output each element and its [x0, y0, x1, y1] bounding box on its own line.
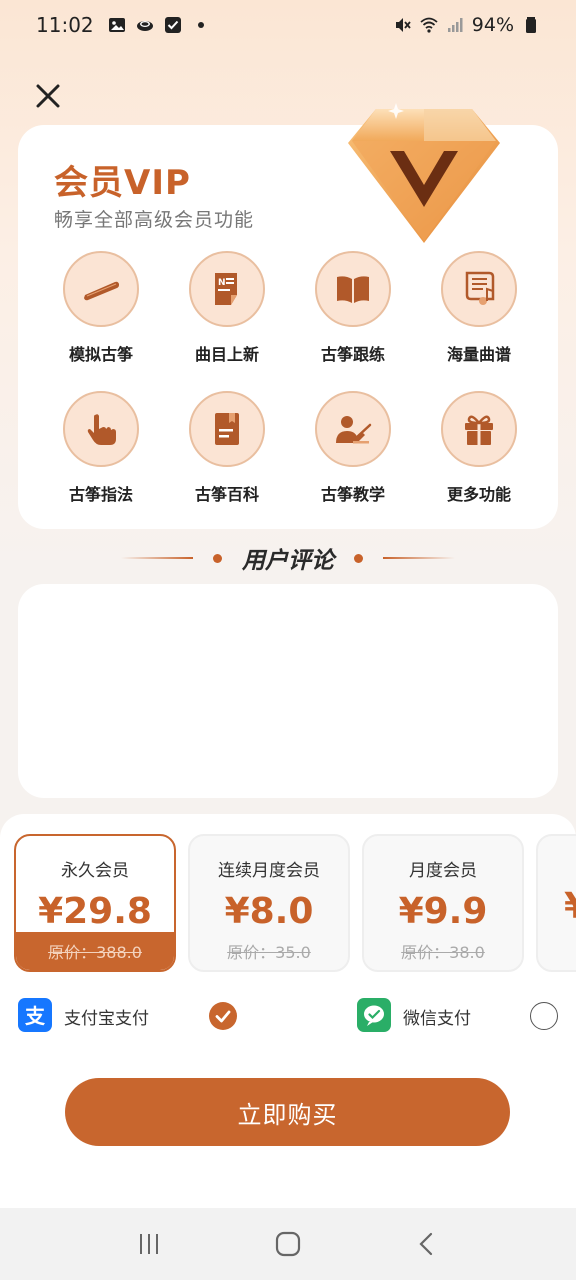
- book-icon: [337, 276, 369, 303]
- plan-card[interactable]: 连续月度会员 ¥8.0 原价：35.0: [188, 834, 350, 972]
- gift-icon: [465, 415, 493, 445]
- gallery-icon: [108, 16, 126, 34]
- diamond-v-icon: [348, 103, 500, 243]
- feature-label: 模拟古筝: [68, 345, 133, 364]
- plan-original-price: 原价：388.0: [16, 932, 174, 970]
- reviews-title: 用户评论: [242, 548, 334, 574]
- wifi-icon: [420, 16, 438, 34]
- feature-label: 古筝百科: [194, 485, 259, 504]
- divider: [121, 557, 193, 559]
- plan-name: 月度会员: [409, 861, 477, 881]
- cloud-icon: [136, 16, 154, 34]
- teacher-icon: [336, 416, 372, 444]
- close-icon: [36, 84, 60, 108]
- feature-label: 海量曲谱: [446, 345, 511, 364]
- feature-item[interactable]: 古筝教学: [290, 391, 416, 531]
- plan-price: ¥: [564, 886, 576, 927]
- svg-text:N: N: [218, 278, 226, 288]
- check-box-icon: [164, 16, 182, 34]
- feature-item[interactable]: 更多功能: [416, 391, 542, 531]
- home-button[interactable]: [268, 1224, 308, 1264]
- mute-icon: [394, 16, 412, 34]
- plan-name: 永久会员: [61, 861, 129, 881]
- feature-item[interactable]: 模拟古筝: [38, 251, 164, 391]
- feature-label: 古筝跟练: [320, 345, 385, 364]
- feature-label: 曲目上新: [194, 345, 259, 364]
- feature-item[interactable]: 古筝指法: [38, 391, 164, 531]
- plan-card[interactable]: 月度会员 ¥9.9 原价：38.0: [362, 834, 524, 972]
- feature-item[interactable]: 海量曲谱: [416, 251, 542, 391]
- battery-icon: [522, 16, 540, 34]
- sheet-music-icon: [465, 271, 495, 305]
- plan-price: ¥9.9: [398, 891, 488, 932]
- plan-original-price: 原价：35.0: [227, 943, 311, 962]
- back-icon: [419, 1232, 432, 1256]
- recent-apps-icon: [140, 1234, 159, 1254]
- reviews-header: 用户评论: [0, 536, 576, 580]
- feature-item[interactable]: N 曲目上新: [164, 251, 290, 391]
- feature-label: 古筝教学: [320, 485, 385, 504]
- encyclopedia-icon: [215, 413, 239, 445]
- vip-card: 会员VIP 畅享全部高级会员功能 模拟古筝 N 曲目上新 古筝跟练 海量曲谱 古…: [18, 103, 558, 529]
- dot-icon: [192, 16, 210, 34]
- plan-name: 连续月度会员: [218, 861, 320, 881]
- wechat-pay-label: 微信支付: [403, 1009, 471, 1029]
- vip-subtitle: 畅享全部高级会员功能: [54, 209, 255, 231]
- plan-original-price: 原价：38.0: [401, 943, 485, 962]
- wechat-pay-radio[interactable]: [530, 1002, 558, 1030]
- status-bar: 11:02 94%: [0, 0, 576, 50]
- vip-title: 会员VIP: [54, 163, 191, 203]
- close-button[interactable]: [30, 78, 66, 114]
- signal-icon: [446, 16, 464, 34]
- home-icon: [275, 1231, 301, 1257]
- alipay-icon: 支: [18, 998, 52, 1032]
- battery-percentage: 94%: [471, 14, 514, 36]
- alipay-label: 支付宝支付: [64, 1009, 149, 1029]
- plan-list[interactable]: 永久会员 ¥29.8 原价：388.0 连续月度会员 ¥8.0 原价：35.0 …: [14, 834, 576, 974]
- finger-icon: [87, 414, 116, 445]
- plan-price: ¥8.0: [224, 891, 314, 932]
- divider: [383, 557, 455, 559]
- plan-price: ¥29.8: [38, 891, 152, 932]
- dot-icon: [354, 553, 363, 563]
- feature-item[interactable]: 古筝跟练: [290, 251, 416, 391]
- system-nav-bar: [0, 1208, 576, 1280]
- feature-item[interactable]: 古筝百科: [164, 391, 290, 531]
- payment-methods: 支 支付宝支付 微信支付: [18, 996, 563, 1034]
- reviews-list[interactable]: [18, 584, 558, 798]
- feature-label: 更多功能: [446, 485, 511, 504]
- check-icon: [215, 1010, 231, 1023]
- feature-grid: 模拟古筝 N 曲目上新 古筝跟练 海量曲谱 古筝指法 古筝百科 古筝教学 更多功…: [38, 251, 542, 511]
- wechat-pay-icon: [357, 998, 391, 1032]
- status-time: 11:02: [36, 13, 94, 37]
- dot-icon: [213, 553, 222, 563]
- svg-text:支: 支: [25, 1004, 46, 1028]
- plan-card-selected[interactable]: 永久会员 ¥29.8 原价：388.0: [14, 834, 176, 972]
- back-button[interactable]: [407, 1224, 447, 1264]
- new-track-icon: N: [215, 273, 237, 305]
- plan-card[interactable]: ¥: [536, 834, 576, 972]
- guzheng-icon: [84, 281, 119, 301]
- alipay-radio[interactable]: [209, 1002, 237, 1030]
- recent-apps-button[interactable]: [129, 1224, 169, 1264]
- buy-now-button[interactable]: 立即购买: [65, 1078, 510, 1146]
- feature-label: 古筝指法: [68, 485, 133, 504]
